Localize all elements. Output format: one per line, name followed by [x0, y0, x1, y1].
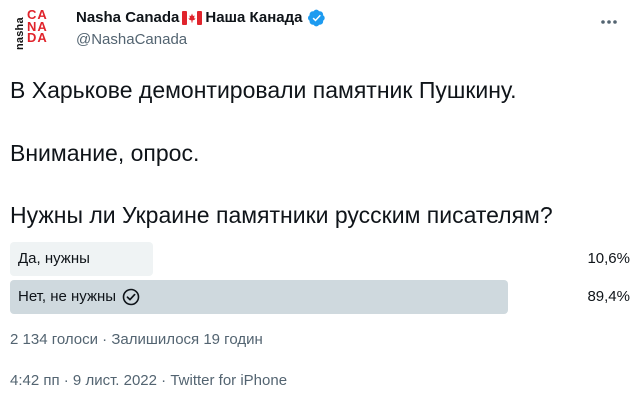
- check-circle-icon: [122, 288, 140, 306]
- poll-option-percent: 10,6%: [587, 250, 630, 267]
- poll-option: Нет, не нужны 89,4%: [10, 280, 634, 314]
- more-options-icon[interactable]: [597, 10, 621, 34]
- display-name-part1: Nasha Canada: [76, 9, 180, 26]
- canada-flag-icon: [182, 11, 203, 25]
- tweet-header: nasha CA NA DA Nasha Canada Наша Канада @N…: [0, 0, 637, 62]
- avatar[interactable]: nasha CA NA DA: [10, 8, 58, 56]
- tweet-text-line-2: Внимание, опрос.: [10, 140, 200, 166]
- avatar-side-text: nasha: [14, 17, 26, 50]
- display-name[interactable]: Nasha Canada Наша Канада: [76, 8, 326, 28]
- tweet-timestamp[interactable]: 4:42 пп · 9 лист. 2022 · Twitter for iPh…: [10, 371, 287, 391]
- poll-option-label: Нет, не нужны: [18, 280, 140, 314]
- display-name-part2: Наша Канада: [205, 9, 303, 26]
- avatar-main-text: CA NA DA: [27, 8, 48, 45]
- poll-option-text: Да, нужны: [18, 250, 90, 267]
- tweet-text-line-1: В Харькове демонтировали памятник Пушкин…: [10, 77, 517, 103]
- poll-option-text: Нет, не нужны: [18, 288, 117, 305]
- tweet-text-line-3: Нужны ли Украине памятники русским писат…: [10, 202, 553, 228]
- poll-option-label: Да, нужны: [18, 242, 90, 276]
- poll-summary: 2 134 голоси · Залишилося 19 годин: [10, 331, 263, 348]
- verified-badge-icon: [307, 9, 325, 27]
- author-handle[interactable]: @NashaCanada: [76, 30, 326, 50]
- poll-option-percent: 89,4%: [587, 288, 630, 305]
- poll-option: Да, нужны 10,6%: [10, 242, 634, 276]
- author-info: Nasha Canada Наша Канада @NashaCanada: [76, 8, 326, 50]
